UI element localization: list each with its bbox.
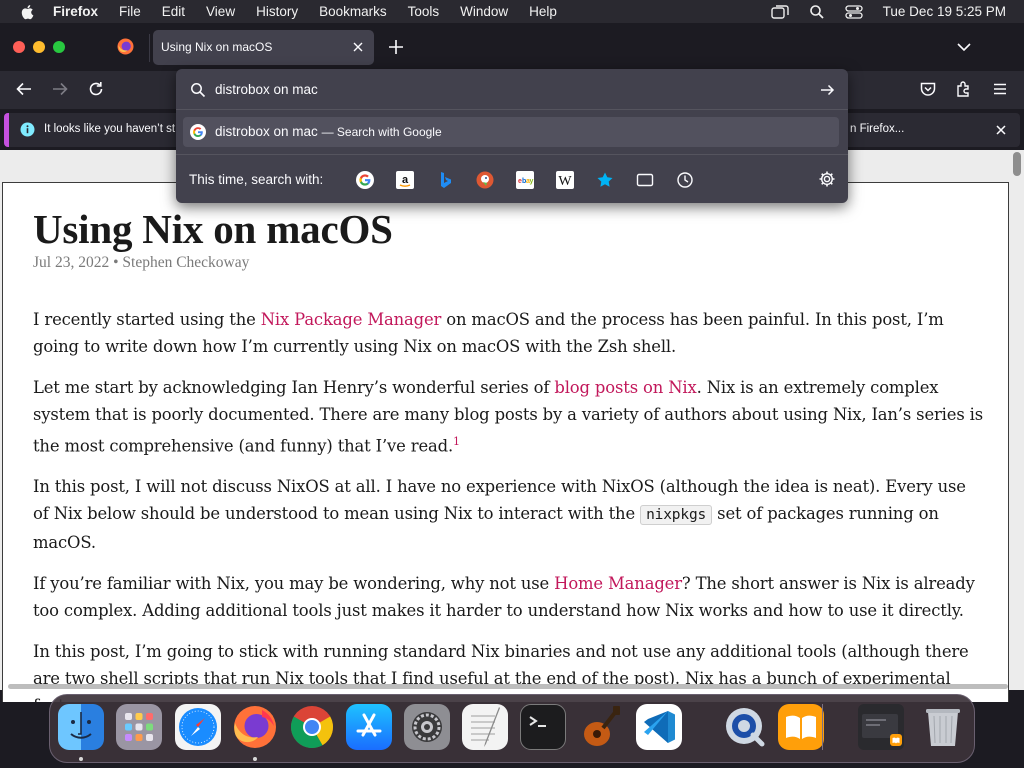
oneoff-label: This time, search with:	[189, 172, 324, 187]
close-tab-icon[interactable]	[350, 39, 366, 55]
books-icon[interactable]	[778, 704, 824, 750]
vertical-scrollbar-thumb[interactable]	[1013, 152, 1021, 176]
window-switcher-icon[interactable]	[770, 4, 789, 19]
menu-view[interactable]: View	[206, 4, 235, 19]
tab-active[interactable]: Using Nix on macOS	[153, 30, 374, 65]
clock[interactable]: Tue Dec 19 5:25 PM	[883, 4, 1006, 19]
paragraph-4: If you’re familiar with Nix, you may be …	[33, 570, 983, 624]
paragraph-5: In this post, I’m going to stick with ru…	[33, 642, 969, 702]
home-manager-link[interactable]: Home Manager	[554, 574, 682, 593]
go-arrow-icon[interactable]	[819, 82, 836, 98]
app-menu-icon[interactable]	[991, 80, 1009, 98]
google-icon[interactable]	[356, 171, 374, 189]
forward-icon[interactable]	[51, 80, 69, 98]
chrome-icon[interactable]	[289, 704, 335, 750]
extensions-icon[interactable]	[955, 80, 973, 98]
paragraph-text: Let me start by acknowledging Ian Henry’…	[33, 378, 555, 397]
suggestion-query: distrobox on mac	[215, 124, 318, 139]
reload-icon[interactable]	[87, 80, 105, 98]
menu-help[interactable]: Help	[529, 4, 557, 19]
urlbar-input[interactable]: distrobox on mac	[215, 82, 318, 97]
urlbar-panel: distrobox on mac distrobox on mac — Sear…	[176, 69, 848, 203]
notification-accent	[4, 113, 9, 147]
trash-icon[interactable]	[920, 704, 966, 750]
running-indicator	[79, 757, 83, 761]
google-icon	[190, 124, 206, 140]
dock-separator	[822, 704, 823, 750]
article: Using Nix on macOS Jul 23, 2022 • Stephe…	[2, 182, 1009, 702]
paragraph-3: In this post, I will not discuss NixOS a…	[33, 473, 983, 556]
info-icon	[20, 122, 35, 137]
tab-title: Using Nix on macOS	[161, 40, 273, 54]
bing-icon[interactable]	[436, 171, 454, 189]
quicktime-icon[interactable]	[722, 704, 768, 750]
firefox-icon[interactable]	[232, 704, 278, 750]
paragraph-text: I recently started using the	[33, 310, 261, 329]
search-settings-gear-icon[interactable]	[818, 170, 836, 188]
svg-text:y: y	[530, 178, 534, 185]
menu-window[interactable]: Window	[460, 4, 508, 19]
terminal-icon[interactable]	[520, 704, 566, 750]
new-tab-icon[interactable]	[387, 38, 405, 56]
paragraph-1: I recently started using the Nix Package…	[33, 306, 983, 360]
apple-icon[interactable]	[20, 4, 36, 20]
safari-icon[interactable]	[175, 704, 221, 750]
tab-separator	[149, 34, 150, 62]
paragraph-2: Let me start by acknowledging Ian Henry’…	[33, 374, 983, 459]
menu-edit[interactable]: Edit	[162, 4, 185, 19]
notification-text: It looks like you haven’t st	[44, 123, 176, 135]
svg-text:a: a	[402, 174, 409, 186]
history-icon[interactable]	[676, 171, 694, 189]
wikipedia-icon[interactable]: W	[556, 171, 574, 189]
spotlight-icon[interactable]	[809, 4, 825, 20]
launchpad-icon[interactable]	[116, 704, 162, 750]
macos-menu-bar: Firefox File Edit View History Bookmarks…	[0, 0, 1024, 23]
menu-tools[interactable]: Tools	[408, 4, 440, 19]
article-title: Using Nix on macOS	[33, 206, 393, 252]
bookmarks-icon[interactable]	[596, 171, 614, 189]
panel-divider	[176, 154, 848, 155]
notification-text-end: n Firefox...	[850, 123, 905, 135]
system-settings-icon[interactable]	[404, 704, 450, 750]
back-icon[interactable]	[15, 80, 33, 98]
svg-text:W: W	[558, 174, 572, 189]
suggestion-text: distrobox on mac — Search with Google	[215, 124, 442, 139]
textedit-icon[interactable]	[462, 704, 508, 750]
search-icon	[191, 83, 206, 98]
panel-divider	[176, 109, 848, 110]
menu-file[interactable]: File	[119, 4, 141, 19]
nix-package-manager-link[interactable]: Nix Package Manager	[261, 310, 442, 329]
close-window-button[interactable]	[13, 41, 25, 53]
finder-icon[interactable]	[58, 704, 104, 750]
vscode-icon[interactable]	[636, 704, 682, 750]
pocket-icon[interactable]	[919, 80, 937, 98]
duckduckgo-icon[interactable]	[476, 171, 494, 189]
inline-code: nixpkgs	[640, 505, 713, 526]
article-meta: Jul 23, 2022 • Stephen Checkoway	[33, 254, 250, 271]
ebay-icon[interactable]: ebay	[516, 171, 534, 189]
amazon-icon[interactable]: a	[396, 171, 414, 189]
app-store-icon[interactable]	[346, 704, 392, 750]
minimize-window-button[interactable]	[33, 41, 45, 53]
blog-posts-link[interactable]: blog posts on Nix	[554, 378, 696, 397]
firefox-view-icon[interactable]	[117, 38, 134, 55]
tabs-icon[interactable]	[636, 171, 654, 189]
list-all-tabs-icon[interactable]	[955, 40, 973, 54]
menu-history[interactable]: History	[256, 4, 298, 19]
footnote-ref[interactable]: 1	[453, 435, 460, 448]
menu-bookmarks[interactable]: Bookmarks	[319, 4, 387, 19]
close-notification-icon[interactable]	[994, 123, 1008, 137]
search-suggestion-row[interactable]: distrobox on mac — Search with Google	[183, 117, 839, 147]
horizontal-scrollbar-thumb[interactable]	[8, 684, 1008, 689]
suggestion-suffix: — Search with Google	[321, 125, 442, 139]
running-indicator	[253, 757, 257, 761]
garageband-icon[interactable]	[577, 704, 623, 750]
recent-window-icon[interactable]	[858, 704, 904, 750]
menu-app-name[interactable]: Firefox	[53, 4, 98, 19]
control-center-icon[interactable]	[845, 4, 863, 19]
paragraph-text: If you’re familiar with Nix, you may be …	[33, 574, 555, 594]
zoom-window-button[interactable]	[53, 41, 65, 53]
